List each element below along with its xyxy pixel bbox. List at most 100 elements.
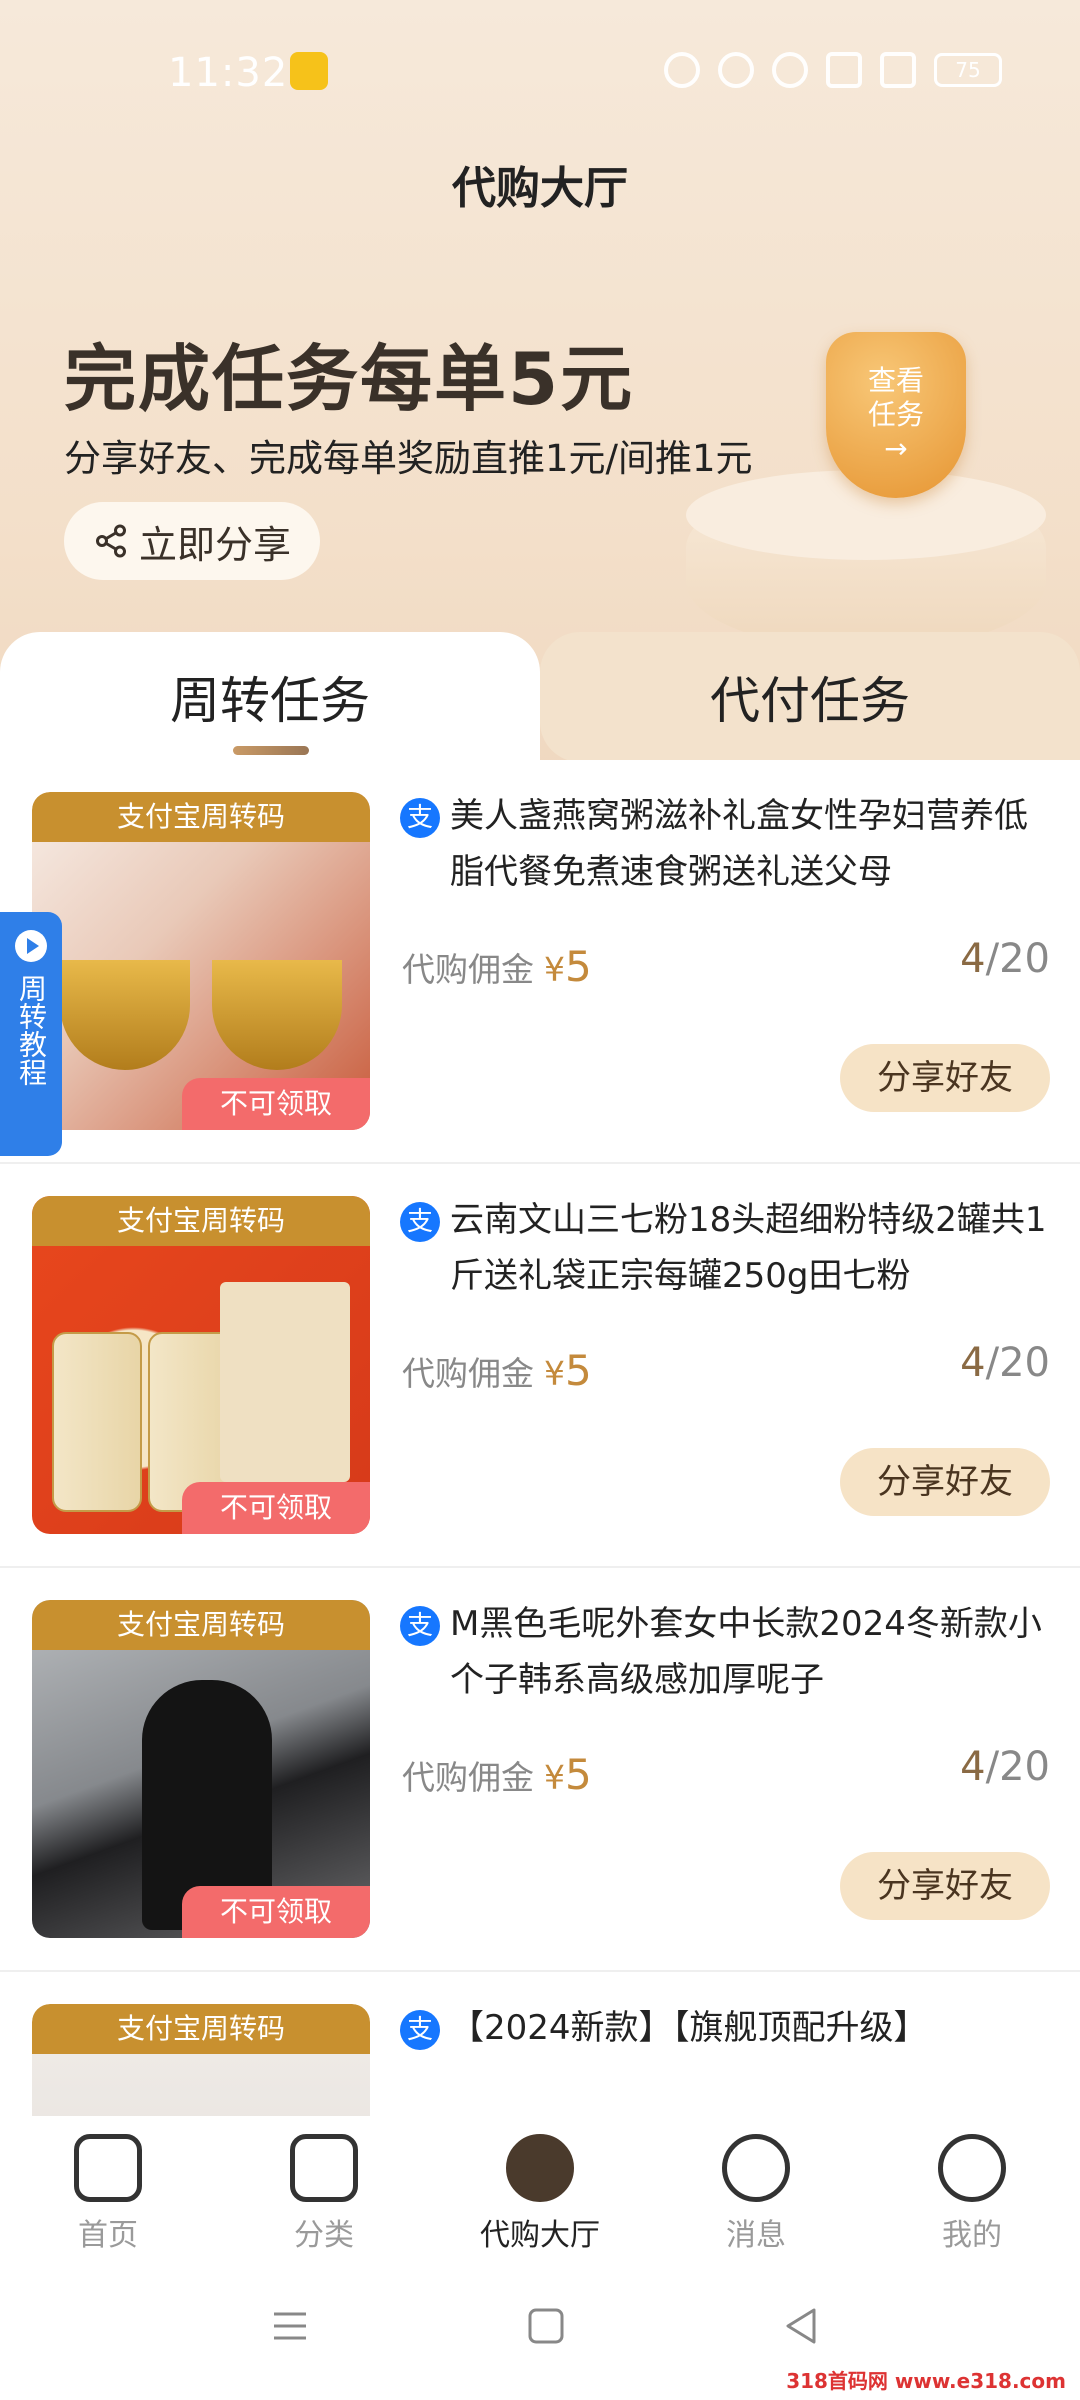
promo-headline: 完成任务每单5元: [64, 337, 635, 421]
shop-hall-icon: [506, 2134, 574, 2202]
alipay-code-banner: 支付宝周转码: [32, 792, 370, 842]
message-icon: [722, 2134, 790, 2202]
menu-icon[interactable]: [270, 2306, 310, 2346]
commission-amount: 5: [565, 1346, 592, 1395]
task-info: 支 美人盏燕窝粥滋补礼盒女性孕妇营养低脂代餐免煮速食粥送礼送父母 代购佣金 ¥5 …: [400, 788, 1050, 1112]
tab-turnover[interactable]: 周转任务: [0, 632, 540, 762]
commission-label: 代购佣金: [402, 1354, 534, 1393]
task-info: 支 M黑色毛呢外套女中长款2024冬新款小个子韩系高级感加厚呢子 代购佣金 ¥5 …: [400, 1596, 1050, 1920]
product-jar-image: [52, 1332, 142, 1512]
product-image: 支付宝周转码 不可领取: [32, 1196, 370, 1534]
nav-label: 我的: [942, 2218, 1002, 2253]
progress-total: /20: [985, 1340, 1050, 1386]
currency-symbol: ¥: [544, 950, 565, 989]
turnover-tutorial-label: 周转教程: [15, 974, 48, 1086]
turnover-tutorial-tab[interactable]: 周转教程: [0, 912, 62, 1156]
nav-label: 代购大厅: [480, 2218, 600, 2253]
unavailable-badge: 不可领取: [182, 1886, 370, 1938]
progress-done: 4: [960, 936, 986, 982]
site-watermark: 318首码网 www.e318.com: [780, 2363, 1072, 2396]
commission-row: 代购佣金 ¥5: [402, 1346, 592, 1395]
nav-label: 分类: [294, 2218, 354, 2253]
product-bowl-image: [60, 960, 190, 1070]
play-icon: [15, 930, 47, 962]
category-icon: [290, 2134, 358, 2202]
product-title: M黑色毛呢外套女中长款2024冬新款小个子韩系高级感加厚呢子: [450, 1604, 1042, 1700]
wifi-icon: [772, 52, 808, 88]
commission-label: 代购佣金: [402, 1758, 534, 1797]
product-title: 云南文山三七粉18头超细粉特级2罐共1斤送礼袋正宗每罐250g田七粉: [450, 1200, 1047, 1296]
back-icon[interactable]: [782, 2306, 822, 2346]
nav-shop-hall[interactable]: 代购大厅: [460, 2134, 620, 2254]
active-tab-indicator: [233, 746, 309, 755]
commission-amount: 5: [565, 942, 592, 991]
home-icon: [74, 2134, 142, 2202]
profile-icon: [938, 2134, 1006, 2202]
nav-message[interactable]: 消息: [676, 2134, 836, 2254]
page-title: 代购大厅: [452, 163, 628, 214]
unavailable-badge: 不可领取: [182, 1482, 370, 1534]
signal-icon: [880, 52, 916, 88]
promo-subtitle: 分享好友、完成每单奖励直推1元/间推1元: [64, 437, 753, 480]
commission-label: 代购佣金: [402, 950, 534, 989]
home-square-icon[interactable]: [526, 2306, 566, 2346]
task-card[interactable]: 支付宝周转码 不可领取 支 云南文山三七粉18头超细粉特级2罐共1斤送礼袋正宗每…: [0, 1164, 1080, 1568]
alipay-code-banner: 支付宝周转码: [32, 2004, 370, 2054]
progress-done: 4: [960, 1340, 986, 1386]
progress-count: 4/20: [960, 1744, 1050, 1790]
product-bowl-image: [212, 960, 342, 1070]
nav-label: 消息: [726, 2218, 786, 2253]
alipay-icon: 支: [400, 2010, 440, 2050]
share-friend-button[interactable]: 分享好友: [840, 1448, 1050, 1516]
tab-label: 周转任务: [170, 672, 370, 730]
nav-profile[interactable]: 我的: [892, 2134, 1052, 2254]
task-card[interactable]: 支付宝周转码 不可领取 支 美人盏燕窝粥滋补礼盒女性孕妇营养低脂代餐免煮速食粥送…: [0, 760, 1080, 1164]
share-friend-button[interactable]: 分享好友: [840, 1852, 1050, 1920]
status-bar: 11:32 75: [0, 40, 1080, 100]
progress-done: 4: [960, 1744, 986, 1790]
product-image: 支付宝周转码 不可领取: [32, 1600, 370, 1938]
commission-amount: 5: [565, 1750, 592, 1799]
unavailable-badge: 不可领取: [182, 1078, 370, 1130]
alipay-icon: 支: [400, 798, 440, 838]
nav-home[interactable]: 首页: [28, 2134, 188, 2254]
share-icon: [95, 524, 126, 558]
nav-category[interactable]: 分类: [244, 2134, 404, 2254]
progress-total: /20: [985, 1744, 1050, 1790]
tab-proxy-pay[interactable]: 代付任务: [540, 632, 1080, 762]
progress-count: 4/20: [960, 1340, 1050, 1386]
share-now-button[interactable]: 立即分享: [64, 502, 320, 580]
status-icons: 75: [664, 52, 1002, 88]
battery-icon: 75: [934, 53, 1002, 87]
app-notification-icon: [290, 52, 328, 90]
arrow-right-icon: →: [884, 432, 908, 465]
mute-icon: [718, 52, 754, 88]
bottom-navigation: 首页 分类 代购大厅 消息 我的: [0, 2116, 1080, 2260]
product-title: 美人盏燕窝粥滋补礼盒女性孕妇营养低脂代餐免煮速食粥送礼送父母: [450, 796, 1028, 892]
task-card[interactable]: 支付宝周转码 不可领取 支 M黑色毛呢外套女中长款2024冬新款小个子韩系高级感…: [0, 1568, 1080, 1972]
alipay-code-banner: 支付宝周转码: [32, 1600, 370, 1650]
currency-symbol: ¥: [544, 1758, 565, 1797]
share-friend-button[interactable]: 分享好友: [840, 1044, 1050, 1112]
task-info: 支 云南文山三七粉18头超细粉特级2罐共1斤送礼袋正宗每罐250g田七粉 代购佣…: [400, 1192, 1050, 1516]
commission-row: 代购佣金 ¥5: [402, 942, 592, 991]
view-tasks-badge[interactable]: 查看 任务 →: [826, 332, 966, 498]
alarm-icon: [664, 52, 700, 88]
commission-row: 代购佣金 ¥5: [402, 1750, 592, 1799]
tab-label: 代付任务: [710, 672, 910, 730]
product-image: 支付宝周转码 不可领取: [32, 792, 370, 1130]
hd-icon: [826, 52, 862, 88]
alipay-icon: 支: [400, 1606, 440, 1646]
currency-symbol: ¥: [544, 1354, 565, 1393]
progress-count: 4/20: [960, 936, 1050, 982]
alipay-code-banner: 支付宝周转码: [32, 1196, 370, 1246]
view-tasks-line1: 查看: [867, 364, 924, 397]
product-bag-image: [220, 1282, 350, 1482]
product-title: 【2024新款】【旗舰顶配升级】: [450, 2008, 928, 2048]
progress-total: /20: [985, 936, 1050, 982]
task-tabs: 代付任务 周转任务: [0, 632, 1080, 762]
nav-label: 首页: [78, 2218, 138, 2253]
task-info: 支 【2024新款】【旗舰顶配升级】: [400, 2000, 1050, 2056]
view-tasks-line2: 任务: [867, 398, 924, 431]
status-time: 11:32: [168, 50, 289, 96]
